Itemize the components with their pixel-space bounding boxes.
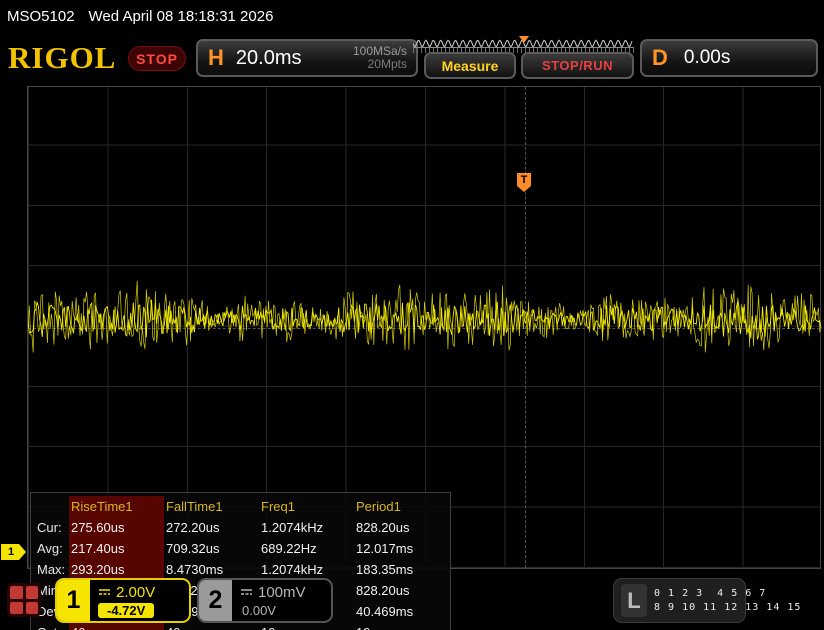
channel2-badge[interactable]: 2 100mV 0.00V bbox=[197, 578, 333, 623]
meas-value: 8.4730ms bbox=[164, 559, 259, 580]
dc-coupling-icon bbox=[240, 587, 253, 597]
channel2-offset: 0.00V bbox=[240, 603, 331, 618]
meas-value: 1.2074kHz bbox=[259, 517, 354, 538]
stop-run-button[interactable]: STOP/RUN bbox=[521, 52, 634, 79]
menu-grid-icon bbox=[10, 602, 23, 615]
meas-header-freq[interactable]: Freq1 bbox=[259, 496, 354, 517]
trigger-position-marker[interactable]: T bbox=[517, 173, 531, 186]
delay-value: 0.00s bbox=[684, 47, 730, 69]
meas-row-label: Avg: bbox=[35, 538, 69, 559]
menu-grid-icon bbox=[26, 602, 39, 615]
meas-value: 1.2074kHz bbox=[259, 559, 354, 580]
delay-panel[interactable]: D 0.00s bbox=[640, 39, 818, 77]
meas-row-label: Max: bbox=[35, 559, 69, 580]
model-name: MSO5102 bbox=[7, 8, 75, 25]
channel1-number: 1 bbox=[57, 580, 90, 621]
meas-row-max: Max: 293.20us 8.4730ms 1.2074kHz 183.35m… bbox=[35, 559, 450, 580]
digital-channels-badge[interactable]: L 0 1 2 3 4 5 6 7 8 9 10 11 12 13 14 15 bbox=[613, 578, 746, 623]
meas-header-period[interactable]: Period1 bbox=[354, 496, 444, 517]
meas-value: 709.32us bbox=[164, 538, 259, 559]
meas-corner bbox=[35, 496, 69, 517]
channel1-level-marker[interactable]: 1 bbox=[1, 544, 26, 560]
meas-value: 828.20us bbox=[354, 580, 444, 601]
oscilloscope-screen: MSO5102 Wed April 08 18:18:31 2026 RIGOL… bbox=[0, 0, 824, 630]
menu-grid-icon bbox=[26, 586, 39, 599]
memory-trigger-marker-icon[interactable] bbox=[519, 36, 529, 43]
meas-value: 689.22Hz bbox=[259, 538, 354, 559]
meas-value: 828.20us bbox=[354, 517, 444, 538]
meas-value: 40.469ms bbox=[354, 601, 444, 622]
waveform-display: T 1 RiseTime1 FallTime1 Freq1 Period1 Cu… bbox=[0, 85, 824, 570]
channel2-number: 2 bbox=[199, 580, 232, 621]
horizontal-label: H bbox=[208, 45, 224, 71]
meas-value: 183.35ms bbox=[354, 559, 444, 580]
run-state-badge: STOP bbox=[128, 46, 186, 71]
horizontal-panel[interactable]: H 20.0ms 100MSa/s 20Mpts bbox=[196, 39, 418, 77]
delay-label: D bbox=[652, 45, 668, 71]
digital-channels-0-7: 0 1 2 3 4 5 6 7 bbox=[654, 587, 801, 601]
meas-value: 272.20us bbox=[164, 517, 259, 538]
digital-channels-8-15: 8 9 10 11 12 13 14 15 bbox=[654, 601, 801, 615]
meas-header-falltime[interactable]: FallTime1 bbox=[164, 496, 259, 517]
meas-value: 19 bbox=[354, 622, 444, 630]
meas-row-label: Cur: bbox=[35, 517, 69, 538]
meas-value: 217.40us bbox=[69, 538, 164, 559]
dc-coupling-icon bbox=[98, 587, 111, 597]
meas-row-cur: Cur: 275.60us 272.20us 1.2074kHz 828.20u… bbox=[35, 517, 450, 538]
channel2-scale: 100mV bbox=[258, 584, 306, 601]
meas-value: 293.20us bbox=[69, 559, 164, 580]
channel1-offset[interactable]: -4.72V bbox=[98, 603, 154, 618]
waveform-memory-bar[interactable] bbox=[413, 36, 634, 53]
meas-row-avg: Avg: 217.40us 709.32us 689.22Hz 12.017ms bbox=[35, 538, 450, 559]
rigol-logo: RIGOL bbox=[8, 40, 116, 76]
memory-depth: 20Mpts bbox=[353, 58, 407, 71]
meas-value: 40 bbox=[69, 622, 164, 630]
channel1-badge[interactable]: 1 2.00V -4.72V bbox=[55, 578, 191, 623]
meas-value: 275.60us bbox=[69, 517, 164, 538]
menu-grid-icon bbox=[10, 586, 23, 599]
meas-value: 19 bbox=[259, 622, 354, 630]
main-menu-button[interactable] bbox=[7, 583, 41, 617]
meas-row-cnt: Cnt: 40 40 19 19 bbox=[35, 622, 450, 630]
datetime: Wed April 08 18:18:31 2026 bbox=[89, 8, 274, 25]
channel1-scale: 2.00V bbox=[116, 584, 155, 601]
timebase-value: 20.0ms bbox=[236, 47, 302, 70]
meas-row-label: Cnt: bbox=[35, 622, 69, 630]
measure-button[interactable]: Measure bbox=[424, 52, 516, 79]
meas-value: 12.017ms bbox=[354, 538, 444, 559]
measurement-header-row: RiseTime1 FallTime1 Freq1 Period1 bbox=[35, 496, 450, 517]
meas-header-risetime[interactable]: RiseTime1 bbox=[69, 496, 164, 517]
logic-label: L bbox=[621, 584, 647, 617]
meas-value: 40 bbox=[164, 622, 259, 630]
status-bar: MSO5102 Wed April 08 18:18:31 2026 bbox=[0, 0, 824, 33]
